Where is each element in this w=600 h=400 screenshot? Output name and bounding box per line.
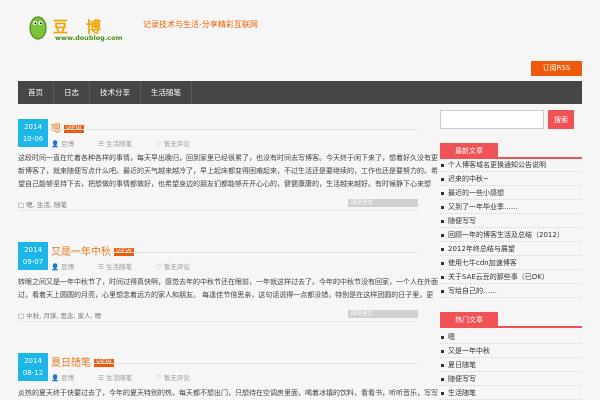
nav-item-tech[interactable]: 技术分享 [90,81,141,104]
list-item[interactable]: 回顾一年的博客生活及总结（2012） [440,228,582,242]
post-date-day: 09-07 [22,258,44,266]
widget-title: 热门文章 [440,312,498,328]
read-more-button[interactable]: 阅读全文 [348,199,418,207]
folder-icon: ☰ [98,263,104,271]
nav-item-blog[interactable]: 日志 [54,81,90,104]
post-tags: □ 嗯, 生活, 随笔 [18,199,67,209]
author-icon: 👤 [51,140,60,148]
post-title-link[interactable]: 夏日随笔VIEW [51,354,114,369]
post-date-year: 2014 [24,246,42,254]
post-excerpt: 这段时间一直在忙着各种各样的事情，每天早出晚归，回到家里已经很累了，也没有时间去… [18,154,438,188]
list-item[interactable]: 嗯 [440,330,582,344]
list-item[interactable]: 迟来的中秋~ [440,172,582,186]
post-meta: 👤 豆博 ☰ 生活随笔 ♡ 暂无评论 [51,261,218,271]
post-date: 2014 10-06 [18,119,48,147]
widget-header-recent: 最新文章 [440,143,582,159]
widget-header-popular: 热门文章 [440,312,582,328]
list-item[interactable]: 又是一年中秋 [440,344,582,358]
post-date-day: 10-06 [22,135,44,143]
post-item: 2014 09-07 又是一年中秋VIEW 👤豆博 ☰生活随笔 ♡暂无评论 转眼… [18,242,438,322]
divider [18,321,418,322]
folder-icon: ☰ [98,140,104,148]
list-item[interactable]: 随便写写 [440,372,582,386]
comment-icon: ♡ [156,374,162,382]
logo-url: www.doublog.com [55,34,123,42]
list-item[interactable]: 关于SAE云豆的那些事（已OK） [440,270,582,284]
post-comments[interactable]: 暂无评论 [164,263,190,271]
tag-icon: □ [18,312,25,320]
post-date-day: 08-12 [22,369,44,377]
comment-icon: ♡ [156,140,162,148]
popular-posts-list: 嗯 又是一年中秋 夏日随笔 随便写写 生活随笔 [440,330,582,400]
bean-logo-icon [29,16,47,40]
post-category[interactable]: 生活随笔 [106,374,132,382]
nav-item-home[interactable]: 首页 [18,81,54,104]
search-button[interactable]: 搜索 [548,110,574,129]
post-comments[interactable]: 暂无评论 [164,140,190,148]
post-tags-text[interactable]: 中秋, 月饼, 思念, 家人, 嗯 [26,312,101,320]
list-item[interactable]: 2012年终总结与展望 [440,242,582,256]
read-more-button[interactable]: 阅读全文 [348,310,418,318]
list-item[interactable]: 又到了一年毕业季…… [440,200,582,214]
site-logo[interactable]: 豆博 www.doublog.com [28,14,136,42]
post-author[interactable]: 豆博 [61,140,74,148]
post-author[interactable]: 豆博 [61,374,74,382]
list-item[interactable]: 随便写写 [440,214,582,228]
search-input[interactable] [440,110,544,129]
nav-item-life[interactable]: 生活随笔 [141,81,192,104]
post-excerpt: 转眼之间又是一年中秋节了，时间过得真快啊，感觉去年的中秋节还在眼前，一年就这样过… [18,278,438,299]
list-item[interactable]: 最近的一些小感想 [440,186,582,200]
post-meta: 👤 豆博 ☰ 生活随笔 ♡ 暂无评论 [51,138,218,148]
comment-icon: ♡ [156,263,162,271]
list-item[interactable]: 生活随笔 [440,386,582,400]
list-item[interactable]: 个人博客域名更换通知公告说明 [440,158,582,172]
post-meta: 👤 豆博 ☰ 生活随笔 ♡ 暂无评论 [51,372,218,382]
post-title-link[interactable]: 又是一年中秋VIEW [51,243,134,258]
list-item[interactable]: 使用七牛cdn加速博客 [440,256,582,270]
post-date: 2014 09-07 [18,242,48,270]
post-author[interactable]: 豆博 [61,263,74,271]
tag-icon: □ [18,201,25,209]
post-date: 2014 08-12 [18,353,48,381]
divider [18,210,418,211]
post-excerpt: 炎热的夏天终于快要过去了，今年的夏天特别的热，每天都不想出门，只想待在空调房里面… [18,389,438,397]
author-icon: 👤 [51,374,60,382]
divider [51,363,418,364]
post-comments[interactable]: 暂无评论 [164,374,190,382]
recent-posts-list: 个人博客域名更换通知公告说明 迟来的中秋~ 最近的一些小感想 又到了一年毕业季…… [440,158,582,298]
post-tags: □ 中秋, 月饼, 思念, 家人, 嗯 [18,310,101,320]
post-category[interactable]: 生活随笔 [106,263,132,271]
post-title-link[interactable]: 嗯VIEW [51,120,84,135]
divider [51,252,418,253]
folder-icon: ☰ [98,374,104,382]
divider [51,129,418,130]
post-date-year: 2014 [24,123,42,131]
main-nav: 首页 日志 技术分享 生活随笔 [18,81,582,104]
site-tagline: 记录技术与生活-分享精彩互联网 [143,20,258,29]
list-item[interactable]: 夏日随笔 [440,358,582,372]
list-item[interactable]: 写给自己的…… [440,284,582,298]
post-item: 2014 10-06 嗯VIEW 👤豆博 ☰生活随笔 ♡暂无评论 这段时间一直在… [18,119,438,211]
author-icon: 👤 [51,263,60,271]
post-date-year: 2014 [24,357,42,365]
post-category[interactable]: 生活随笔 [106,140,132,148]
widget-title: 最新文章 [440,143,498,159]
rss-subscribe-button[interactable]: 订阅RSS [531,61,582,76]
post-item: 2014 08-12 夏日随笔VIEW 👤豆博 ☰生活随笔 ♡暂无评论 炎热的夏… [18,353,438,400]
post-tags-text[interactable]: 嗯, 生活, 随笔 [26,201,67,209]
